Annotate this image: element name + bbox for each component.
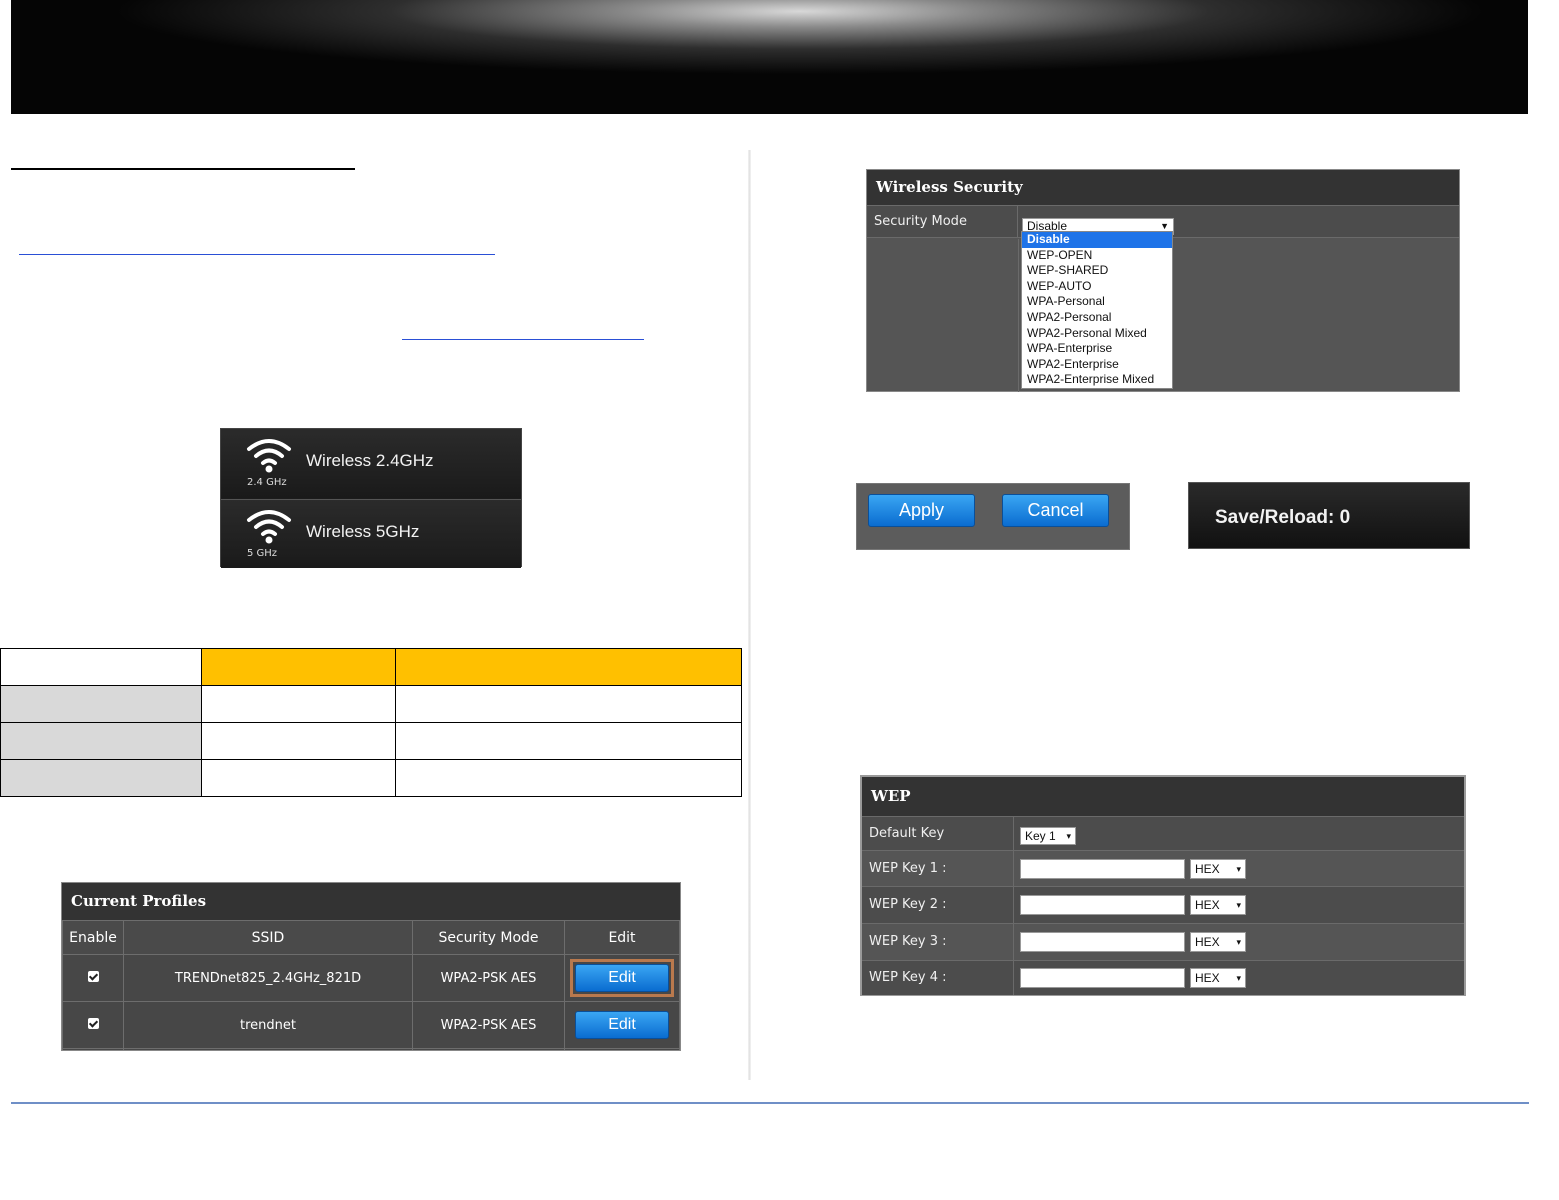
panel-title: WEP [862, 777, 1464, 816]
column-header: Edit [564, 920, 680, 955]
save-reload-button[interactable]: Save/Reload: 0 [1188, 482, 1470, 549]
table-row: TRENDnet825_2.4GHz_821D WPA2-PSK AES Edi… [62, 954, 680, 1002]
security-option[interactable]: Disable [1022, 232, 1172, 248]
apply-button[interactable]: Apply [868, 494, 975, 527]
wep-key-label: WEP Key 4 : [862, 961, 1014, 995]
band-label: Wireless 5GHz [306, 522, 420, 541]
dropdown-arrow-icon: ▾ [1236, 899, 1241, 910]
wep-key-row: WEP Key 2 : HEX ▾ [862, 886, 1464, 923]
default-key-select[interactable]: Key 1 ▾ [1020, 827, 1076, 845]
table-header-row: Enable SSID Security Mode Edit [62, 920, 680, 955]
band-item-5ghz[interactable]: 5 GHz Wireless 5GHz [221, 499, 521, 568]
hyperlink-underline[interactable] [402, 339, 644, 340]
column-header: Enable [62, 920, 124, 955]
wifi-icon [247, 510, 291, 544]
security-mode-options: Disable WEP-OPEN WEP-SHARED WEP-AUTO WPA… [1021, 231, 1173, 389]
band-label: Wireless 2.4GHz [306, 451, 434, 470]
wep-key-format-select[interactable]: HEX ▾ [1190, 932, 1246, 952]
wifi-icon [247, 439, 291, 473]
table-row [0, 685, 742, 723]
document-table [0, 648, 742, 797]
edit-button[interactable]: Edit [575, 1011, 669, 1039]
security-option[interactable]: WEP-SHARED [1022, 263, 1172, 279]
ssid-cell: trendnet [123, 1001, 413, 1049]
wep-key-row: WEP Key 3 : HEX ▾ [862, 923, 1464, 960]
security-option[interactable]: WPA2-Personal [1022, 310, 1172, 326]
security-cell: WPA2-PSK AES [412, 954, 565, 1002]
security-option[interactable]: WEP-AUTO [1022, 279, 1172, 295]
wep-key-row: WEP Key 1 : HEX ▾ [862, 850, 1464, 886]
security-option[interactable]: WPA2-Personal Mixed [1022, 326, 1172, 342]
security-option[interactable]: WPA-Personal [1022, 294, 1172, 310]
footer-divider [11, 1102, 1529, 1104]
wep-key-label: WEP Key 3 : [862, 924, 1014, 960]
dropdown-arrow-icon: ▾ [1236, 863, 1241, 874]
band-item-2-4ghz[interactable]: 2.4 GHz Wireless 2.4GHz [221, 429, 521, 498]
table-row [62, 1048, 680, 1050]
hyperlink-underline[interactable] [19, 254, 495, 255]
section-heading-underline [11, 168, 355, 170]
table-row [0, 759, 742, 797]
band-sub-label: 5 GHz [247, 548, 278, 559]
wireless-band-selector: 2.4 GHz Wireless 2.4GHz 5 GHz Wireless 5… [220, 428, 522, 568]
enable-checkbox[interactable] [87, 1017, 99, 1029]
wep-key-format-select[interactable]: HEX ▾ [1190, 859, 1246, 879]
security-option[interactable]: WPA2-Enterprise Mixed [1022, 372, 1172, 388]
wep-key-format-value: HEX [1195, 862, 1220, 876]
table-row [0, 648, 742, 686]
column-header: Security Mode [412, 920, 565, 955]
wep-key-format-select[interactable]: HEX ▾ [1190, 968, 1246, 988]
panel-title: Wireless Security [867, 170, 1459, 205]
wep-key-input[interactable] [1020, 932, 1185, 952]
save-reload-label: Save/Reload: 0 [1215, 507, 1351, 528]
edit-button[interactable]: Edit [575, 964, 669, 992]
profiles-table: Enable SSID Security Mode Edit TRENDnet8… [62, 920, 680, 1050]
security-option[interactable]: WEP-OPEN [1022, 248, 1172, 264]
dropdown-arrow-icon: ▾ [1236, 936, 1241, 947]
table-row [0, 722, 742, 760]
header-banner [11, 0, 1528, 114]
security-cell: WPA2-PSK AES [412, 1001, 565, 1049]
dropdown-arrow-icon: ▾ [1236, 972, 1241, 983]
cancel-button[interactable]: Cancel [1002, 494, 1109, 527]
wep-panel: WEP Default Key Key 1 ▾ WEP Key 1 : HEX … [860, 775, 1466, 996]
wep-key-format-value: HEX [1195, 898, 1220, 912]
wep-key-input[interactable] [1020, 968, 1185, 988]
panel-title: Current Profiles [62, 883, 680, 920]
apply-cancel-bar: Apply Cancel [856, 483, 1130, 550]
security-mode-label: Security Mode [867, 206, 1018, 237]
current-profiles-panel: Current Profiles Enable SSID Security Mo… [61, 882, 681, 1051]
wep-key-format-value: HEX [1195, 935, 1220, 949]
wep-key-label: WEP Key 2 : [862, 887, 1014, 923]
wep-key-row: WEP Key 4 : HEX ▾ [862, 960, 1464, 995]
band-sub-label: 2.4 GHz [247, 477, 287, 488]
wep-key-format-value: HEX [1195, 971, 1220, 985]
column-divider [748, 150, 751, 1080]
table-row: trendnet WPA2-PSK AES Edit [62, 1001, 680, 1049]
default-key-row: Default Key Key 1 ▾ [862, 816, 1464, 850]
ssid-cell: TRENDnet825_2.4GHz_821D [123, 954, 413, 1002]
default-key-label: Default Key [862, 817, 1014, 850]
security-option[interactable]: WPA2-Enterprise [1022, 357, 1172, 373]
default-key-value: Key 1 [1025, 829, 1056, 843]
column-header: SSID [123, 920, 413, 955]
wep-key-format-select[interactable]: HEX ▾ [1190, 895, 1246, 915]
wep-key-input[interactable] [1020, 895, 1185, 915]
security-option[interactable]: WPA-Enterprise [1022, 341, 1172, 357]
dropdown-arrow-icon: ▼ [1160, 221, 1169, 231]
enable-checkbox[interactable] [87, 970, 99, 982]
wep-key-input[interactable] [1020, 859, 1185, 879]
edit-highlight: Edit [570, 959, 674, 997]
dropdown-arrow-icon: ▾ [1066, 830, 1071, 841]
wep-key-label: WEP Key 1 : [862, 851, 1014, 886]
